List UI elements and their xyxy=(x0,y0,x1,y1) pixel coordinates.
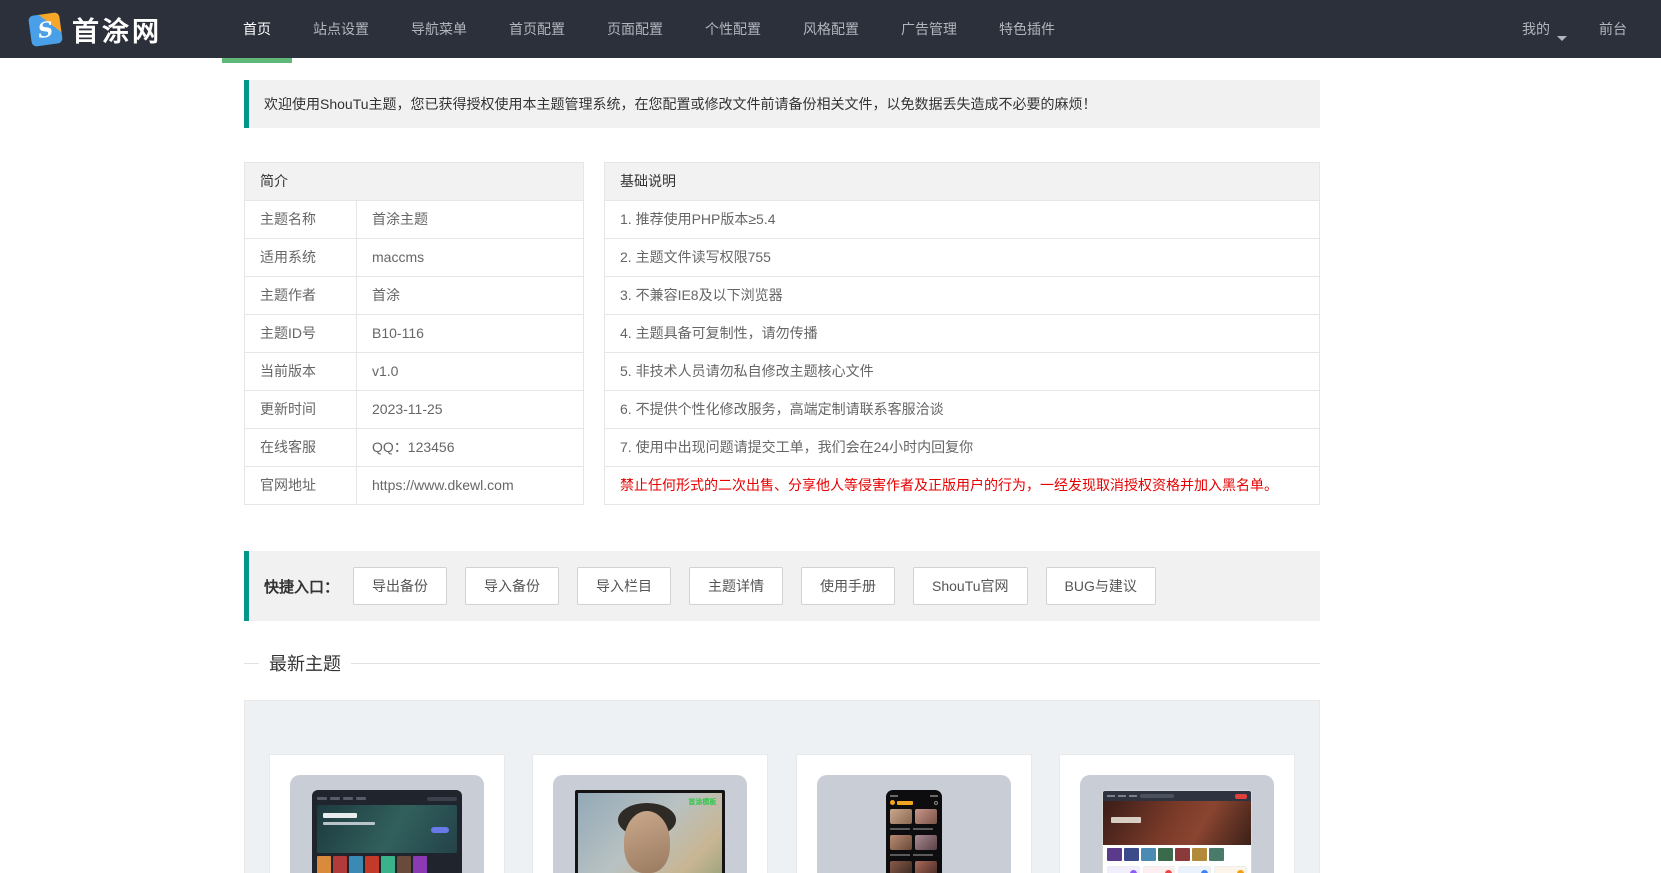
row-label: 主题ID号 xyxy=(245,315,357,352)
mock-hero-banner xyxy=(317,805,457,853)
theme-preview-frame xyxy=(290,775,484,873)
theme-preview-frame: 首涂模板 xyxy=(553,775,748,873)
nav-item-personal-config[interactable]: 个性配置 xyxy=(684,0,782,58)
divider-line xyxy=(351,662,1320,664)
import-columns-button[interactable]: 导入栏目 xyxy=(577,567,672,605)
bug-suggestions-button[interactable]: BUG与建议 xyxy=(1045,567,1156,605)
theme-card-dark-desktop[interactable] xyxy=(269,754,505,873)
main-content: 欢迎使用ShouTu主题，您已获得授权使用本主题管理系统，在您配置或修改文件前请… xyxy=(244,80,1320,873)
theme-card-light-desktop[interactable] xyxy=(1058,754,1295,873)
mock-hero-banner xyxy=(1102,801,1251,845)
quick-entry-label: 快捷入口： xyxy=(264,578,340,596)
theme-card-mobile-app[interactable] xyxy=(795,754,1032,873)
brand-icon: S xyxy=(27,11,64,47)
row-value: QQ：123456 xyxy=(372,439,455,455)
table-row: 更新时间 2023-11-25 xyxy=(245,391,583,429)
nav-item-page-config[interactable]: 页面配置 xyxy=(586,0,684,58)
note-item: 6. 不提供个性化修改服务，高端定制请联系客服洽谈 xyxy=(605,391,1319,429)
my-label: 我的 xyxy=(1522,21,1550,37)
navbar-right: 我的 前台 xyxy=(1506,0,1643,58)
table-row: 在线客服 QQ：123456 xyxy=(245,429,583,467)
row-value: 2023-11-25 xyxy=(372,401,443,417)
nav-item-frontend[interactable]: 前台 xyxy=(1583,0,1643,58)
official-site-url[interactable]: https://www.dkewl.com xyxy=(357,467,583,504)
mock-app-header xyxy=(889,800,938,805)
note-item: 3. 不兼容IE8及以下浏览器 xyxy=(605,277,1319,315)
latest-themes-panel: 首涂模板 xyxy=(244,700,1320,873)
mock-video-screen: 首涂模板 xyxy=(578,793,723,873)
latest-themes-title: 最新主题 xyxy=(269,654,341,674)
mock-poster-row xyxy=(317,856,457,873)
note-item: 2. 主题文件读写权限755 xyxy=(605,239,1319,277)
user-manual-button[interactable]: 使用手册 xyxy=(801,567,896,605)
note-item: 4. 主题具备可复制性，请勿传播 xyxy=(605,315,1319,353)
theme-preview-image: 首涂模板 xyxy=(575,790,726,873)
nav-item-nav-menu[interactable]: 导航菜单 xyxy=(390,0,488,58)
table-row: 主题名称 首涂主题 xyxy=(245,201,583,239)
mock-status-bar xyxy=(889,795,938,797)
nav-item-home-config[interactable]: 首页配置 xyxy=(488,0,586,58)
latest-themes-header: 最新主题 xyxy=(244,650,1320,676)
nav-item-home[interactable]: 首页 xyxy=(222,0,292,63)
notes-panel-title: 基础说明 xyxy=(605,163,1319,201)
intro-panel-title: 简介 xyxy=(245,163,583,201)
nav-item-featured-plugins[interactable]: 特色插件 xyxy=(978,0,1076,58)
theme-preview-frame xyxy=(816,775,1011,873)
mock-browser-bar xyxy=(1102,791,1251,801)
info-panels: 简介 主题名称 首涂主题 适用系统 maccms 主题作者 首涂 主题ID号 B… xyxy=(244,162,1320,505)
row-label: 当前版本 xyxy=(245,353,357,390)
divider-line xyxy=(244,662,259,664)
export-backup-button[interactable]: 导出备份 xyxy=(353,567,448,605)
row-value: 首涂主题 xyxy=(372,211,428,227)
note-item: 7. 使用中出现问题请提交工单，我们会在24小时内回复你 xyxy=(605,429,1319,467)
row-value: maccms xyxy=(372,249,425,265)
row-label: 在线客服 xyxy=(245,429,357,466)
mock-watermark: 首涂模板 xyxy=(688,799,717,806)
nav-item-site-settings[interactable]: 站点设置 xyxy=(292,0,390,58)
theme-details-button[interactable]: 主题详情 xyxy=(689,567,784,605)
theme-card-video-player[interactable]: 首涂模板 xyxy=(532,754,769,873)
mock-poster-row xyxy=(1103,845,1251,864)
row-label: 官网地址 xyxy=(245,467,357,504)
row-value: v1.0 xyxy=(372,363,399,379)
theme-preview-image xyxy=(1101,790,1252,873)
table-row: 适用系统 maccms xyxy=(245,239,583,277)
row-label: 适用系统 xyxy=(245,239,357,276)
table-row: 官网地址 https://www.dkewl.com xyxy=(245,467,583,504)
license-warning: 禁止任何形式的二次出售、分享他人等侵害作者及正版用户的行为，一经发现取消授权资格… xyxy=(620,477,1278,493)
main-menu: 首页 站点设置 导航菜单 首页配置 页面配置 个性配置 风格配置 广告管理 特色… xyxy=(222,0,1076,63)
row-label: 主题作者 xyxy=(245,277,357,314)
theme-preview-image xyxy=(312,790,462,873)
theme-preview-frame xyxy=(1079,775,1274,873)
nav-item-my[interactable]: 我的 xyxy=(1506,0,1583,58)
theme-preview-image xyxy=(885,790,942,873)
nav-item-style-config[interactable]: 风格配置 xyxy=(782,0,880,58)
row-label: 更新时间 xyxy=(245,391,357,428)
quick-entry-bar: 快捷入口： 导出备份 导入备份 导入栏目 主题详情 使用手册 ShouTu官网 … xyxy=(244,551,1320,621)
import-backup-button[interactable]: 导入备份 xyxy=(465,567,560,605)
theme-cards-row: 首涂模板 xyxy=(269,754,1295,873)
table-row: 主题ID号 B10-116 xyxy=(245,315,583,353)
top-navbar: S 首涂网 首页 站点设置 导航菜单 首页配置 页面配置 个性配置 风格配置 广… xyxy=(0,0,1661,63)
shoutu-official-site-button[interactable]: ShouTu官网 xyxy=(913,567,1028,605)
row-value: 首涂 xyxy=(372,287,400,303)
row-label: 主题名称 xyxy=(245,201,357,238)
brand-name: 首涂网 xyxy=(72,16,162,48)
mock-thumb-grid xyxy=(889,809,938,873)
notes-panel: 基础说明 1. 推荐使用PHP版本≥5.4 2. 主题文件读写权限755 3. … xyxy=(604,162,1320,505)
logo[interactable]: S 首涂网 xyxy=(27,0,162,58)
mock-category-chips xyxy=(1103,864,1251,873)
chevron-down-icon xyxy=(1557,36,1567,46)
row-value: B10-116 xyxy=(372,325,424,341)
nav-item-ad-management[interactable]: 广告管理 xyxy=(880,0,978,58)
intro-panel: 简介 主题名称 首涂主题 适用系统 maccms 主题作者 首涂 主题ID号 B… xyxy=(244,162,584,505)
note-item: 1. 推荐使用PHP版本≥5.4 xyxy=(605,201,1319,239)
table-row: 当前版本 v1.0 xyxy=(245,353,583,391)
table-row: 主题作者 首涂 xyxy=(245,277,583,315)
welcome-alert: 欢迎使用ShouTu主题，您已获得授权使用本主题管理系统，在您配置或修改文件前请… xyxy=(244,80,1320,128)
mock-browser-bar xyxy=(317,795,457,802)
note-item: 5. 非技术人员请勿私自修改主题核心文件 xyxy=(605,353,1319,391)
